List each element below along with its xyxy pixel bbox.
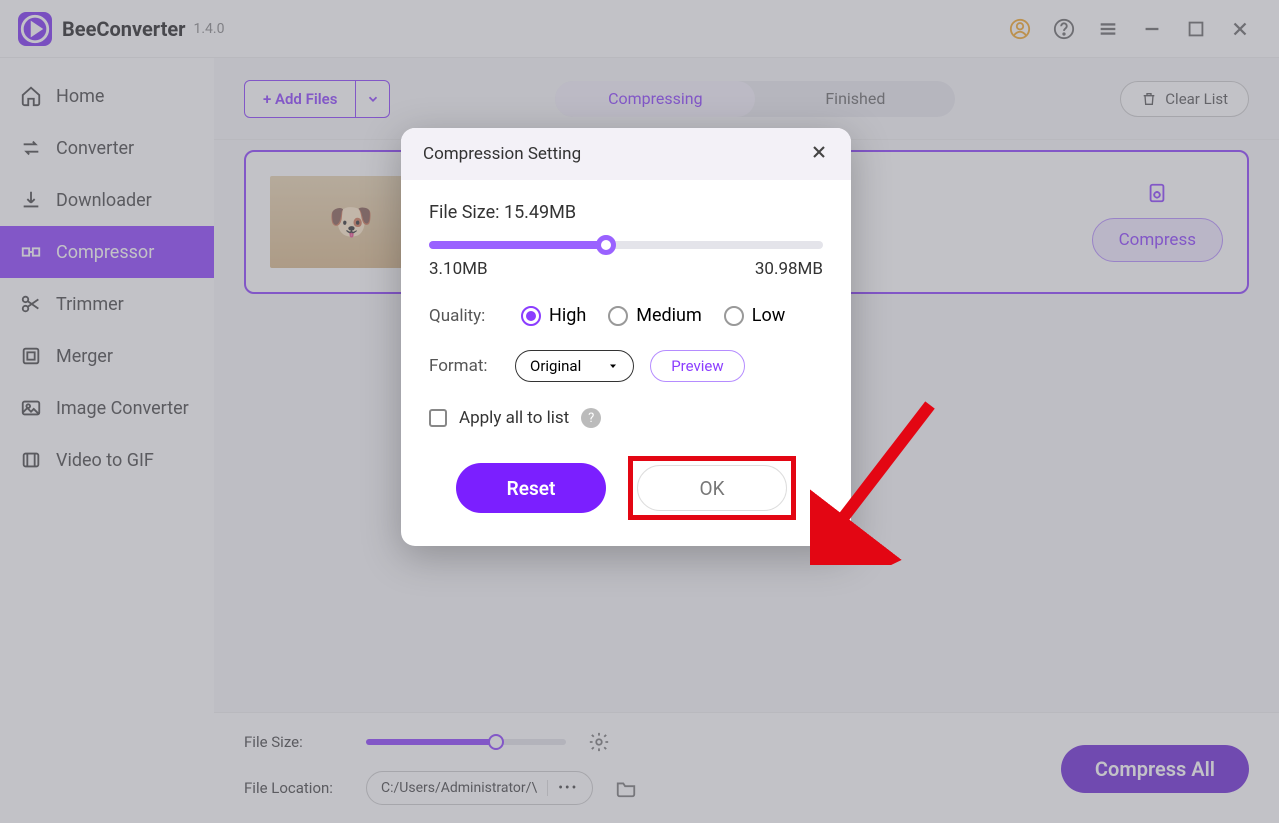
help-tooltip-icon[interactable]: ?: [581, 408, 601, 428]
format-label: Format:: [429, 356, 499, 376]
quality-radio-medium[interactable]: Medium: [608, 305, 702, 326]
modal-title: Compression Setting: [423, 144, 581, 164]
quality-radio-low[interactable]: Low: [724, 305, 786, 326]
size-min: 3.10MB: [429, 259, 488, 279]
format-select[interactable]: Original: [515, 350, 634, 382]
compression-setting-modal: Compression Setting File Size: 15.49MB 3…: [401, 128, 851, 546]
format-value: Original: [530, 357, 581, 375]
file-size-label: File Size:: [429, 202, 499, 223]
reset-button[interactable]: Reset: [456, 463, 606, 513]
quality-label: Quality:: [429, 306, 499, 326]
size-max: 30.98MB: [755, 259, 823, 279]
ok-button-highlight: OK: [628, 456, 796, 520]
apply-all-checkbox[interactable]: [429, 409, 447, 427]
chevron-down-icon: [607, 360, 619, 372]
preview-button[interactable]: Preview: [650, 350, 744, 382]
apply-all-label: Apply all to list: [459, 408, 569, 428]
file-size-slider[interactable]: [429, 241, 823, 249]
quality-radio-high[interactable]: High: [521, 305, 586, 326]
ok-button[interactable]: OK: [637, 465, 787, 511]
close-icon: [809, 142, 829, 162]
modal-close-button[interactable]: [809, 142, 829, 167]
file-size-value: 15.49MB: [504, 202, 576, 223]
